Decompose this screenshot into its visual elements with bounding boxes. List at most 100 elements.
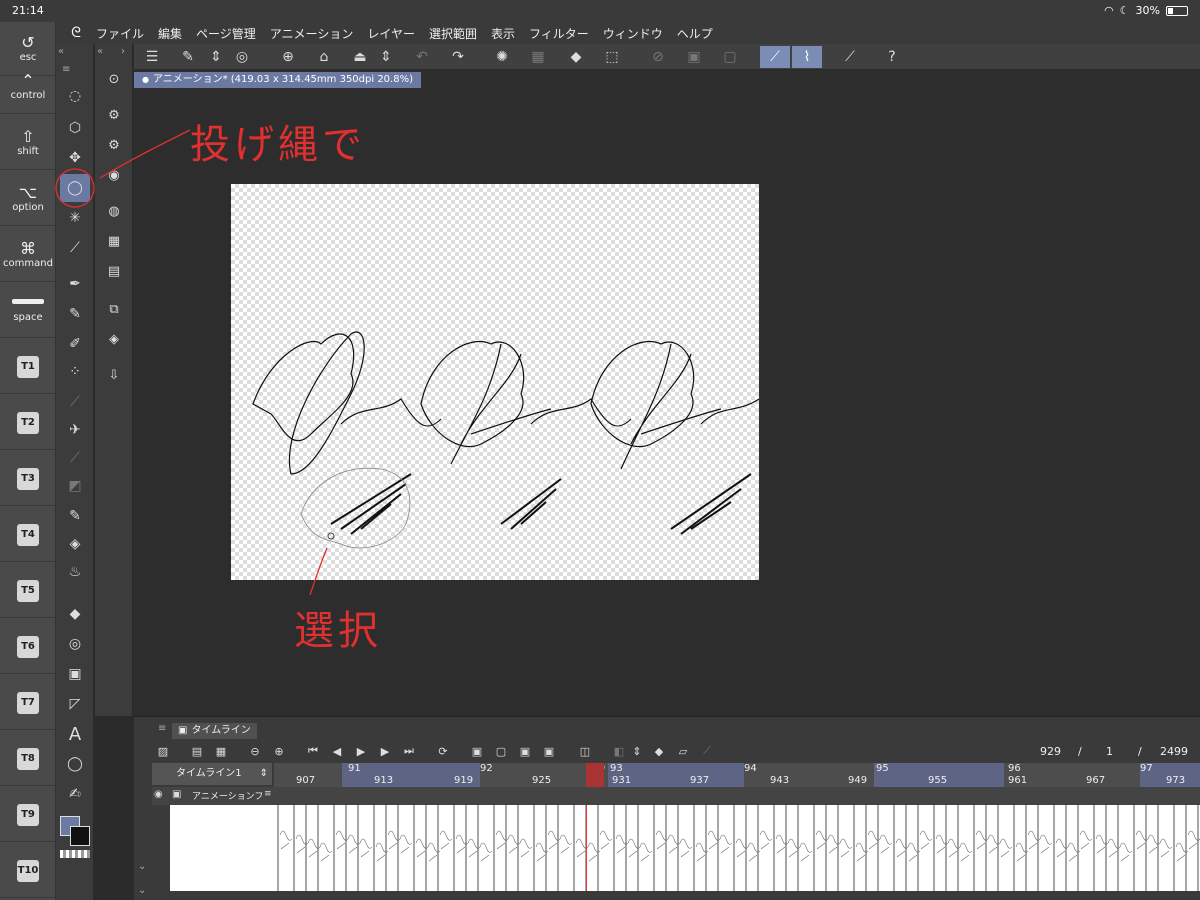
brush-size-button[interactable]: ◉ — [101, 162, 127, 188]
command-key[interactable]: ⌘ command — [0, 228, 56, 282]
expand-arrow-icon[interactable]: › — [121, 46, 125, 57]
stabilizer-icon[interactable]: ⟋ — [838, 46, 862, 68]
tool-magic-wand[interactable]: ✳ — [60, 204, 90, 232]
shift-key[interactable]: ⇧ shift — [0, 116, 56, 170]
timeline-tab[interactable]: ▣ タイムライン — [172, 723, 257, 739]
zoom-out-icon[interactable]: ⊖ — [246, 743, 264, 759]
frame-ruler[interactable]: 91 92 93 94 95 96 97 907 913 919 925 929… — [274, 763, 1200, 787]
edit-canvas-icon[interactable]: ✎ — [176, 46, 200, 68]
tool-property-button[interactable]: ⚙ — [101, 132, 127, 158]
t3-key[interactable]: T3 — [0, 452, 56, 506]
tool-pen[interactable]: ✒ — [60, 270, 90, 298]
tool-move[interactable]: ✥ — [60, 144, 90, 172]
t7-key[interactable]: T7 — [0, 676, 56, 730]
menu-view[interactable]: 表示 — [491, 25, 515, 42]
lightbox-icon[interactable]: ◆ — [650, 743, 668, 759]
t5-key[interactable]: T5 — [0, 564, 56, 618]
transform-icon[interactable]: ⬚ — [600, 46, 624, 68]
up-down-arrows-icon-2[interactable]: ⇕ — [374, 46, 398, 68]
t6-key[interactable]: T6 — [0, 620, 56, 674]
cel-up-down-icon[interactable]: ⇕ — [628, 743, 646, 759]
menu-edit[interactable]: 編集 — [158, 25, 182, 42]
eye-icon[interactable]: ◉ — [154, 789, 163, 800]
color-set-button[interactable]: ▦ — [101, 228, 127, 254]
onion-skin-icon[interactable]: ◫ — [576, 743, 594, 759]
new-file-icon[interactable]: ⊕ — [276, 46, 300, 68]
t4-key[interactable]: T4 — [0, 508, 56, 562]
navigator-button[interactable]: ⊙ — [101, 66, 127, 92]
tool-blend[interactable]: ⟋ — [60, 444, 90, 472]
menu-window[interactable]: ウィンドウ — [603, 25, 663, 42]
brush-pressure-icon[interactable]: ⌇ — [792, 46, 822, 68]
cel-specify-icon[interactable]: ◧ — [610, 743, 628, 759]
fill-icon[interactable]: ◆ — [564, 46, 588, 68]
timeline-settings-icon[interactable]: ▤ — [188, 743, 206, 759]
tool-gradient-dim[interactable]: ◩ — [60, 472, 90, 500]
control-key[interactable]: ⌃ control — [0, 60, 56, 114]
last-frame-icon[interactable]: ⏭ — [400, 743, 418, 759]
transparent-color-swatch[interactable] — [60, 850, 90, 858]
pen-pressure-icon[interactable]: ⟋ — [760, 46, 790, 68]
timeline-button[interactable]: ▤ — [101, 258, 127, 284]
tool-lasso[interactable]: ◯ — [60, 174, 90, 202]
up-down-arrows-icon[interactable]: ⇕ — [204, 46, 228, 68]
layers-button[interactable]: ◈ — [101, 326, 127, 352]
color-wheel-button[interactable]: ◍ — [101, 198, 127, 224]
panel-collapse-icon[interactable]: ⌄ — [138, 861, 146, 872]
menu-help[interactable]: ヘルプ — [677, 25, 713, 42]
tool-fill-lasso[interactable]: ◎ — [60, 630, 90, 658]
tool-bird[interactable]: ✈ — [60, 416, 90, 444]
t10-key[interactable]: T10 — [0, 844, 56, 898]
timeline-name-dropdown[interactable]: タイムライン1 ⇕ — [152, 763, 272, 785]
tool-gradient[interactable]: ▣ — [60, 660, 90, 688]
menu-file[interactable]: ファイル — [96, 25, 144, 42]
menu-selection[interactable]: 選択範囲 — [429, 25, 477, 42]
tool-decoration[interactable]: ⟋ — [60, 388, 90, 416]
cel-icon-4[interactable]: ▣ — [540, 743, 558, 759]
option-key[interactable]: ⌥ option — [0, 172, 56, 226]
color-swatches[interactable] — [60, 816, 90, 846]
first-frame-icon[interactable]: ⏮ — [304, 743, 322, 759]
app-logo-icon[interactable]: ᘓ — [56, 25, 96, 41]
frame-edit-icon[interactable]: ▱ — [674, 743, 692, 759]
panel-expand-icon[interactable]: ⌄ — [138, 885, 146, 896]
sub-color-swatch[interactable] — [70, 826, 90, 846]
tool-correct-line[interactable]: ✍ — [60, 780, 90, 808]
tool-object[interactable]: ⬡ — [60, 114, 90, 142]
export-icon[interactable]: ⏏ — [348, 46, 372, 68]
help-icon[interactable]: ? — [880, 46, 904, 68]
hamburger-menu-icon[interactable]: ☰ — [140, 46, 164, 68]
open-folder-icon[interactable]: ⌂ — [312, 46, 336, 68]
menu-layer[interactable]: レイヤー — [367, 25, 415, 42]
t9-key[interactable]: T9 — [0, 788, 56, 842]
material-button[interactable]: ⇩ — [101, 362, 127, 388]
tool-fill[interactable]: ◆ — [60, 600, 90, 628]
t2-key[interactable]: T2 — [0, 396, 56, 450]
timeline-menu-icon[interactable]: ≡ — [158, 723, 166, 734]
cel-icon-3[interactable]: ▣ — [516, 743, 534, 759]
clear-layer-icon[interactable]: ▦ — [526, 46, 550, 68]
tool-balloon[interactable]: ◯ — [60, 750, 90, 778]
play-icon[interactable]: ▶ — [352, 743, 370, 759]
timeline-grid-icon[interactable]: ▦ — [212, 743, 230, 759]
tool-figure[interactable]: ◸ — [60, 690, 90, 718]
tool-fineliner[interactable]: ✎ — [60, 502, 90, 530]
collapse-arrows-icon[interactable]: « — [58, 46, 64, 57]
tool-airbrush[interactable]: ⁘ — [60, 358, 90, 386]
timeline-new-icon[interactable]: ▨ — [154, 743, 172, 759]
collapse-arrows-icon-2[interactable]: « — [97, 46, 103, 57]
cel-icon-2[interactable]: ▢ — [492, 743, 510, 759]
undo-icon[interactable]: ↶ — [410, 46, 434, 68]
tool-magnifier[interactable]: ◌ — [60, 82, 90, 110]
space-key[interactable]: space — [0, 284, 56, 338]
frame-strip[interactable] — [274, 805, 1200, 891]
animation-folder-row[interactable]: ◉ ▣ アニメーションフ ≡ — [152, 787, 1200, 805]
document-tab[interactable]: ● アニメーション* (419.03 x 314.45mm 350dpi 20.8… — [134, 72, 421, 88]
tool-eyedropper[interactable]: ⟋ — [60, 234, 90, 262]
selection-border-icon[interactable]: ▢ — [718, 46, 742, 68]
palette-menu-icon[interactable]: ≡ — [62, 64, 70, 75]
tool-pencil[interactable]: ✎ — [60, 300, 90, 328]
spiral-icon[interactable]: ◎ — [230, 46, 254, 68]
menu-animation[interactable]: アニメーション — [270, 25, 354, 42]
t8-key[interactable]: T8 — [0, 732, 56, 786]
